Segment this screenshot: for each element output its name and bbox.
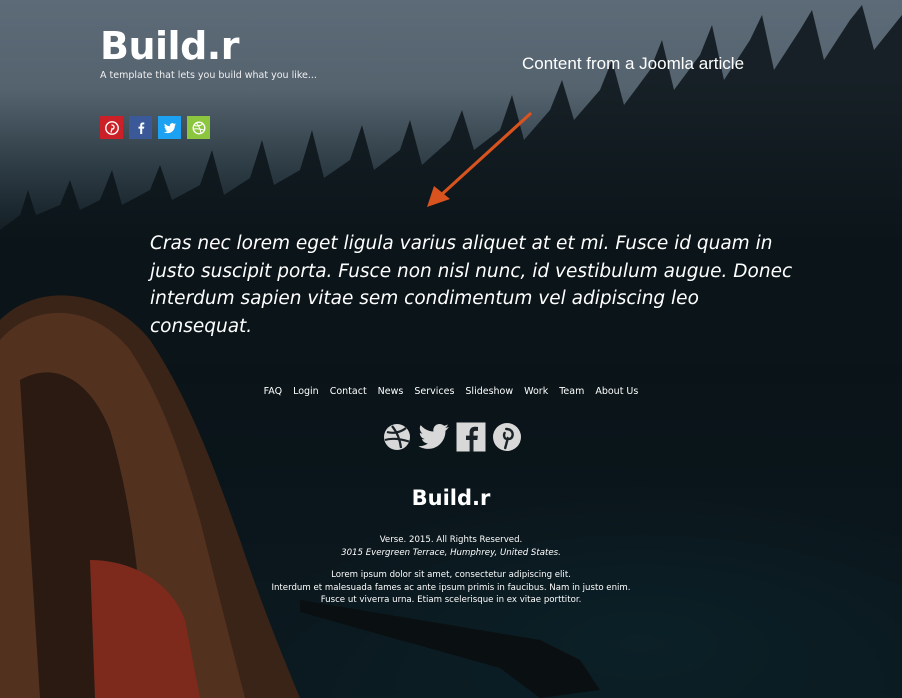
facebook-icon: [456, 422, 486, 452]
footer-line-2: Interdum et malesuada fames ac ante ipsu…: [271, 582, 631, 593]
footer-link-about-us[interactable]: About Us: [595, 386, 638, 397]
footer-link-team[interactable]: Team: [559, 386, 584, 397]
footer-address: 3015 Evergreen Terrace, Humphrey, United…: [341, 547, 561, 558]
pinterest-icon: [493, 423, 521, 451]
dribbble-footer-button[interactable]: [382, 422, 412, 456]
footer-line-1: Lorem ipsum dolor sit amet, consectetur …: [331, 570, 571, 580]
footer-link-services[interactable]: Services: [414, 386, 454, 397]
article-content: Cras nec lorem eget ligula varius alique…: [150, 233, 793, 337]
footer-logo[interactable]: Build.r: [0, 486, 902, 510]
footer-link-login[interactable]: Login: [293, 386, 319, 397]
social-links-footer: [382, 422, 522, 456]
footer-link-slideshow[interactable]: Slideshow: [465, 386, 513, 397]
dribbble-icon: [384, 424, 410, 450]
footer-link-faq[interactable]: FAQ: [264, 386, 282, 397]
footer-line-3: Fusce ut viverra urna. Etiam scelerisque…: [320, 595, 582, 605]
footer-link-news[interactable]: News: [378, 386, 404, 397]
footer-link-contact[interactable]: Contact: [330, 386, 367, 397]
twitter-icon: [418, 423, 449, 449]
footer-text: Verse. 2015. All Rights Reserved. 3015 E…: [0, 534, 902, 607]
pinterest-footer-button[interactable]: [492, 422, 522, 456]
twitter-footer-button[interactable]: [418, 423, 450, 455]
footer-menu: FAQ Login Contact News Services Slidesho…: [0, 386, 902, 397]
facebook-footer-button[interactable]: [456, 422, 486, 456]
footer-link-work[interactable]: Work: [524, 386, 548, 397]
footer-copyright: Verse. 2015. All Rights Reserved.: [379, 535, 523, 545]
